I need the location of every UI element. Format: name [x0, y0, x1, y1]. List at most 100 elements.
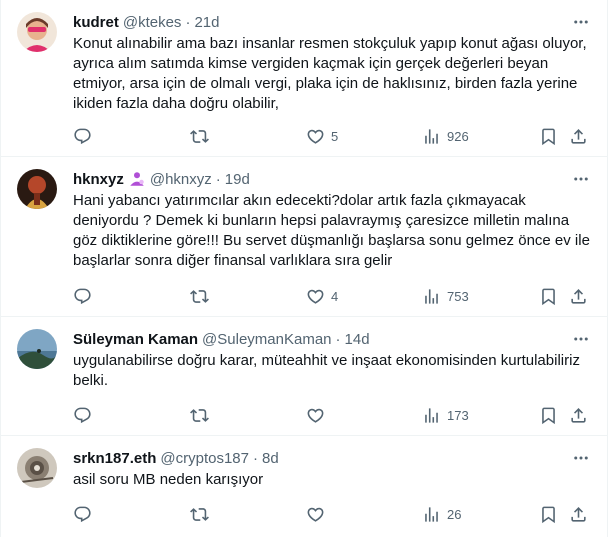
bookmark-icon	[542, 128, 555, 145]
reply-icon	[74, 288, 91, 304]
reply-button[interactable]	[73, 286, 98, 306]
avatar[interactable]	[17, 169, 57, 209]
avatar[interactable]	[17, 329, 57, 369]
reply-icon	[74, 407, 91, 423]
reply-icon	[74, 128, 91, 144]
views-button[interactable]: 926	[422, 126, 469, 146]
views-button[interactable]: 173	[422, 405, 469, 425]
views-button[interactable]: 753	[422, 286, 469, 306]
heart-icon	[307, 507, 324, 522]
view-count: 926	[447, 128, 469, 144]
retweet-icon	[190, 507, 209, 521]
heart-icon	[307, 289, 324, 304]
display-name[interactable]: hknxyz	[73, 171, 124, 188]
retweet-button[interactable]	[190, 126, 215, 146]
tweet[interactable]: kudret @ktekes · 21d Konut alınabilir am…	[1, 0, 607, 157]
more-icon[interactable]	[571, 169, 591, 189]
like-count: 4	[331, 288, 339, 304]
user-handle[interactable]: @hknxyz	[150, 171, 212, 188]
separator: ·	[215, 170, 221, 188]
user-handle[interactable]: @ktekes	[123, 14, 182, 31]
retweet-icon	[190, 408, 209, 422]
avatar-image	[17, 448, 57, 488]
display-name[interactable]: srkn187.eth	[73, 450, 156, 467]
separator: ·	[335, 330, 341, 348]
share-button[interactable]	[569, 286, 588, 306]
tweet[interactable]: srkn187.eth @cryptos187 · 8d asil soru M…	[1, 436, 607, 537]
bookmark-icon	[542, 506, 555, 523]
reply-button[interactable]	[73, 405, 98, 425]
share-button[interactable]	[569, 504, 588, 524]
retweet-button[interactable]	[190, 405, 215, 425]
retweet-button[interactable]	[190, 504, 215, 524]
more-icon[interactable]	[571, 12, 591, 32]
timestamp[interactable]: 8d	[262, 450, 279, 467]
display-name[interactable]: Süleyman Kaman	[73, 331, 198, 348]
share-icon	[571, 506, 586, 522]
tweet-actions: 173	[73, 405, 591, 425]
more-icon[interactable]	[571, 448, 591, 468]
user-handle[interactable]: @SuleymanKaman	[202, 331, 331, 348]
timestamp[interactable]: 21d	[194, 14, 219, 31]
like-button[interactable]: 5	[306, 126, 338, 146]
share-button[interactable]	[569, 126, 588, 146]
share-icon	[571, 288, 586, 304]
tweet-text: asil soru MB neden karışıyor	[73, 471, 264, 488]
like-button[interactable]	[306, 504, 331, 524]
reply-timeline: kudret @ktekes · 21d Konut alınabilir am…	[0, 0, 608, 537]
avatar-image	[17, 169, 57, 209]
tweet-header: hknxyz @hknxyz · 19d	[73, 169, 591, 189]
separator: ·	[253, 449, 258, 467]
person-badge-icon	[128, 170, 146, 188]
bookmark-button[interactable]	[539, 126, 558, 146]
reply-icon	[74, 506, 91, 522]
like-count: 5	[331, 128, 339, 144]
bookmark-icon	[542, 288, 555, 305]
timestamp[interactable]: 14d	[345, 331, 370, 348]
views-chart-icon	[425, 288, 438, 304]
tweet-text: uygulanabilirse doğru karar, müteahhit v…	[73, 352, 580, 389]
views-button[interactable]: 26	[422, 504, 461, 524]
share-icon	[571, 128, 586, 144]
view-count: 173	[447, 407, 469, 423]
tweet-actions: 26	[73, 504, 591, 524]
heart-icon	[307, 129, 324, 144]
user-handle[interactable]: @cryptos187	[160, 450, 249, 467]
bookmark-icon	[542, 407, 555, 424]
tweet-header: srkn187.eth @cryptos187 · 8d	[73, 448, 591, 468]
tweet-text: Konut alınabilir ama bazı insanlar resme…	[73, 35, 587, 112]
display-name[interactable]: kudret	[73, 14, 119, 31]
bookmark-button[interactable]	[539, 504, 558, 524]
timestamp[interactable]: 19d	[225, 171, 250, 188]
tweet-header: Süleyman Kaman @SuleymanKaman · 14d	[73, 329, 591, 349]
separator: ·	[185, 13, 191, 31]
tweet[interactable]: Süleyman Kaman @SuleymanKaman · 14d uygu…	[1, 317, 607, 436]
views-chart-icon	[425, 407, 438, 423]
retweet-icon	[190, 129, 209, 143]
view-count: 753	[447, 288, 469, 304]
reply-button[interactable]	[73, 126, 98, 146]
share-button[interactable]	[569, 405, 588, 425]
like-button[interactable]: 4	[306, 286, 338, 306]
avatar[interactable]	[17, 12, 57, 52]
like-button[interactable]	[306, 405, 331, 425]
heart-icon	[307, 408, 324, 423]
reply-button[interactable]	[73, 504, 98, 524]
avatar-image	[17, 12, 57, 52]
avatar-image	[17, 329, 57, 369]
retweet-button[interactable]	[190, 286, 215, 306]
avatar[interactable]	[17, 448, 57, 488]
view-count: 26	[447, 506, 462, 522]
tweet-actions: 5 926	[73, 126, 591, 146]
views-chart-icon	[425, 128, 438, 144]
tweet[interactable]: hknxyz @hknxyz · 19d Hani yabancı yatırı…	[1, 157, 607, 317]
bookmark-button[interactable]	[539, 286, 558, 306]
more-icon[interactable]	[571, 329, 591, 349]
tweet-header: kudret @ktekes · 21d	[73, 12, 591, 32]
tweet-actions: 4 753	[73, 286, 591, 306]
retweet-icon	[190, 289, 209, 303]
bookmark-button[interactable]	[539, 405, 558, 425]
views-chart-icon	[425, 506, 438, 522]
tweet-text: Hani yabancı yatırımcılar akın edecekti?…	[73, 192, 590, 269]
share-icon	[571, 407, 586, 423]
